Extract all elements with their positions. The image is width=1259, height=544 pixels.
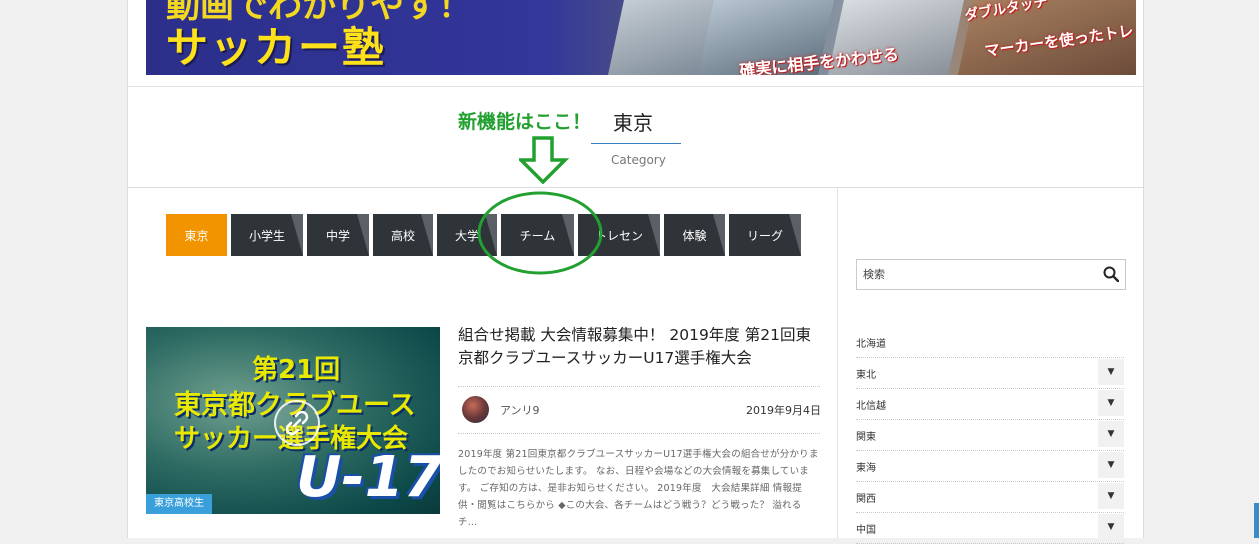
search-box — [856, 259, 1126, 290]
sidebar-item-kanto[interactable]: 関東 ▼ — [856, 419, 1124, 451]
annotation-arrow-icon — [519, 136, 569, 184]
tab-label: 中学 — [325, 228, 350, 243]
page-title: 東京 — [613, 111, 653, 135]
sidebar-divider — [837, 187, 838, 538]
page-subtitle: Category — [611, 153, 666, 167]
author-name[interactable]: アンリ9 — [500, 402, 540, 418]
page-container: 動画でわかりやす！ サッカー塾 確実に相手をかわせる ダブルタッチ マーカーを使… — [127, 0, 1144, 544]
chevron-down-icon[interactable]: ▼ — [1098, 483, 1124, 509]
chevron-down-icon[interactable]: ▼ — [1098, 390, 1124, 416]
sidebar-item-label: 北海道 — [856, 339, 886, 350]
chevron-down-icon[interactable]: ▼ — [1098, 452, 1124, 478]
tab-tokyo[interactable]: 東京 — [166, 214, 227, 256]
article-excerpt: 2019年度 第21回東京都クラブユースサッカーU17選手権大会の組合せが分かり… — [458, 449, 819, 528]
thumbnail-line-1: 第21回 — [252, 355, 341, 385]
sidebar-item-kansai[interactable]: 関西 ▼ — [856, 481, 1124, 513]
tab-junior-high[interactable]: 中学 — [307, 214, 369, 256]
tab-league[interactable]: リーグ — [729, 214, 801, 256]
divider — [458, 386, 820, 387]
tab-trial[interactable]: 体験 — [664, 214, 725, 256]
divider — [458, 433, 820, 434]
title-underline — [591, 143, 681, 144]
divider — [128, 86, 1143, 87]
sidebar-item-tohoku[interactable]: 東北 ▼ — [856, 357, 1124, 389]
thumbnail-u17: U-17 — [296, 445, 440, 510]
chevron-down-icon[interactable]: ▼ — [1098, 359, 1124, 385]
tab-high-school[interactable]: 高校 — [373, 214, 433, 256]
sidebar-item-label: 東海 — [856, 463, 876, 474]
sidebar-item-label: 関西 — [856, 494, 876, 505]
sidebar-item-hokushinetsu[interactable]: 北信越 ▼ — [856, 388, 1124, 420]
chevron-down-icon[interactable]: ▼ — [1098, 421, 1124, 447]
scroll-to-top-button[interactable] — [1254, 503, 1259, 538]
sidebar-item-label: 関東 — [856, 432, 876, 443]
tab-label: 小学生 — [248, 228, 285, 243]
divider — [128, 187, 1143, 188]
category-badge[interactable]: 東京高校生 — [146, 494, 212, 514]
annotation-text: 新機能はここ！ — [458, 111, 592, 133]
sidebar-item-tokai[interactable]: 東海 ▼ — [856, 450, 1124, 482]
sidebar-item-hokkaido[interactable]: 北海道 — [856, 326, 1124, 358]
chevron-down-icon[interactable]: ▼ — [1098, 514, 1124, 540]
sidebar-item-label: 北信越 — [856, 401, 886, 412]
tab-label: 高校 — [390, 228, 415, 243]
banner-title: サッカー塾 — [166, 23, 387, 72]
post-date: 2019年9月4日 — [746, 404, 821, 417]
annotation-circle-icon — [477, 191, 603, 275]
avatar[interactable] — [462, 396, 489, 423]
search-icon[interactable] — [1103, 266, 1119, 282]
sidebar-item-label: 東北 — [856, 370, 876, 381]
article-thumbnail[interactable]: 第21回 東京都クラブユース サッカー選手権大会 U-17 東京高校生 — [146, 327, 440, 514]
sidebar-item-chugoku[interactable]: 中国 ▼ — [856, 512, 1124, 544]
link-icon[interactable] — [274, 400, 320, 446]
article-title[interactable]: 組合せ掲載 大会情報募集中！ 2019年度 第21回東京都クラブユースサッカーU… — [458, 324, 823, 370]
header-banner[interactable]: 動画でわかりやす！ サッカー塾 確実に相手をかわせる ダブルタッチ マーカーを使… — [146, 0, 1136, 75]
search-input[interactable] — [857, 260, 1099, 289]
tab-label: 体験 — [682, 228, 707, 243]
sidebar-item-label: 中国 — [856, 525, 876, 536]
tab-label: リーグ — [746, 228, 783, 243]
tab-label: 東京 — [184, 228, 209, 243]
tab-elementary[interactable]: 小学生 — [231, 214, 303, 256]
